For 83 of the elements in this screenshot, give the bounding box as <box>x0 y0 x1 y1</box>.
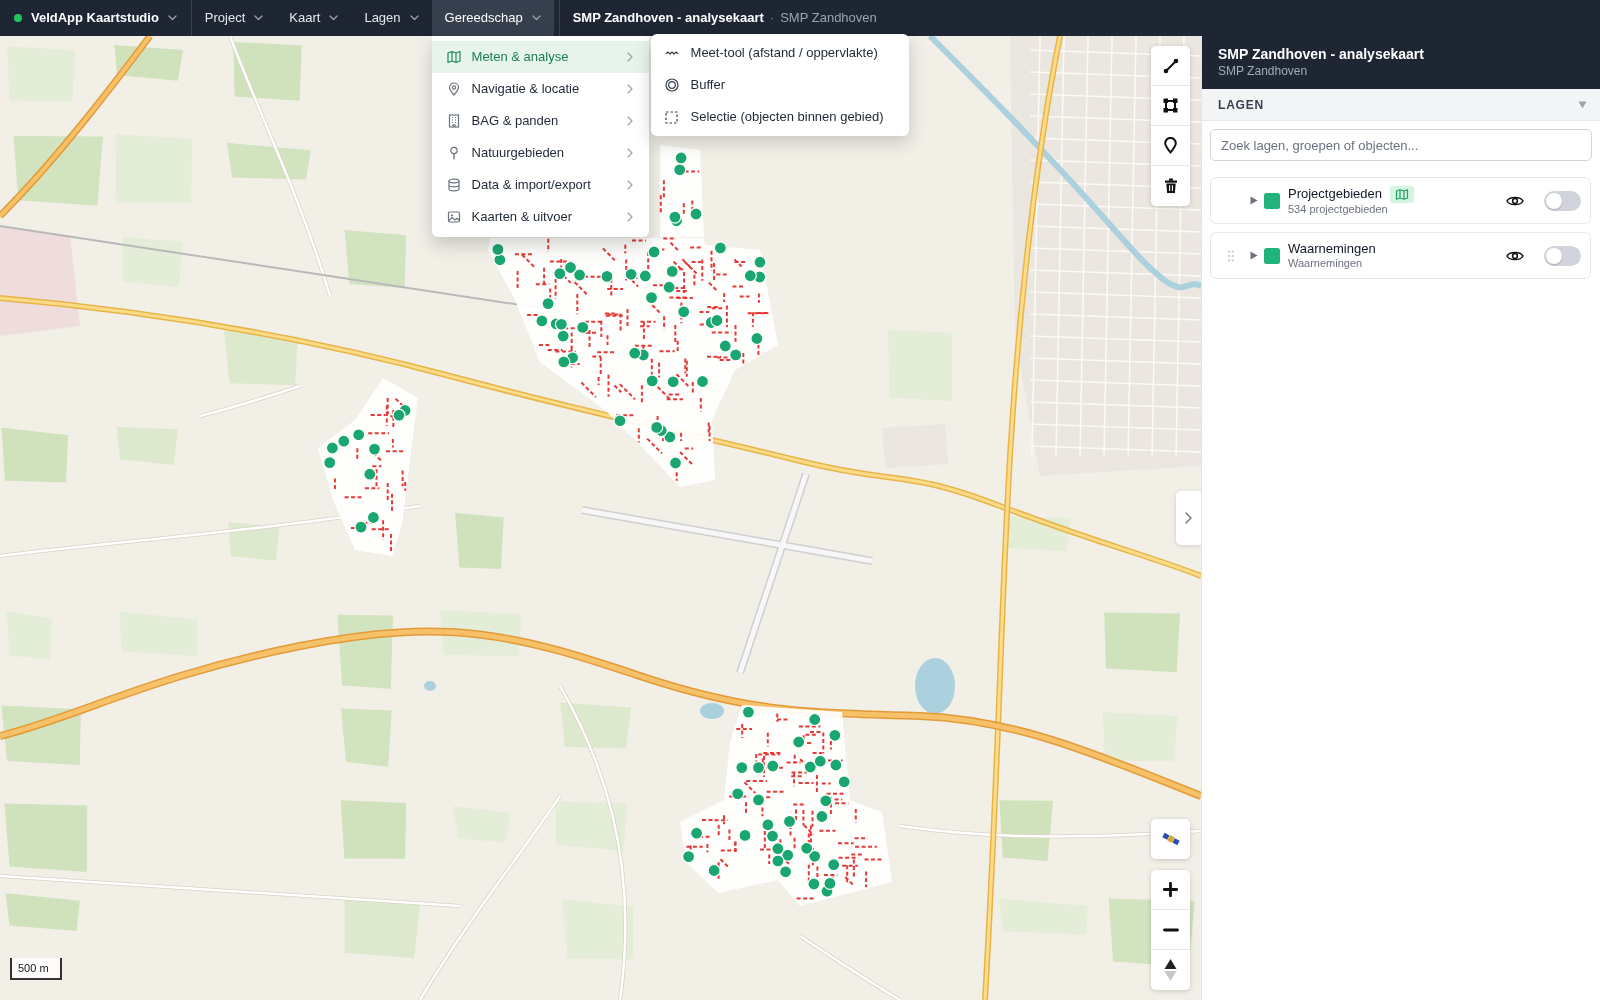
submenu-item[interactable]: Buffer <box>650 69 909 101</box>
section-header[interactable]: LAGEN <box>1202 89 1600 121</box>
project-name: SMP Zandhoven <box>780 9 877 28</box>
menu-item[interactable]: Natuurgebieden <box>431 137 649 169</box>
search-field[interactable]: Zoek lagen, groepen of objecten... <box>1210 129 1592 161</box>
chevron-down-icon <box>329 15 339 21</box>
compass-button[interactable] <box>1151 950 1190 990</box>
chevron-down-icon <box>167 15 177 21</box>
scale-bar: 500 m <box>10 958 62 980</box>
image-icon <box>446 210 461 224</box>
satellite-button[interactable] <box>1151 819 1190 859</box>
document-title: SMP Zandhoven - analysekaart <box>571 9 764 28</box>
field <box>340 800 407 859</box>
delete-tool-button[interactable] <box>1151 166 1190 206</box>
zoom-in-button[interactable] <box>1151 870 1190 910</box>
field <box>116 426 178 465</box>
field <box>1005 515 1071 551</box>
chevron-down-icon <box>254 15 264 21</box>
eye-icon[interactable] <box>1506 249 1524 262</box>
chevron-right-icon <box>626 84 633 94</box>
field <box>344 230 407 288</box>
double-ring-icon <box>664 78 679 92</box>
menu-item[interactable]: Meten & analyse <box>431 41 649 73</box>
plus-icon <box>1163 882 1178 897</box>
chevron-right-icon <box>1185 512 1192 524</box>
panel-subtitle: SMP Zandhoven <box>1218 63 1309 79</box>
chevron-down-icon <box>409 15 419 21</box>
layer-name: Projectgebieden <box>1288 186 1382 202</box>
folded-map-icon <box>446 50 461 64</box>
location-pin-icon <box>446 82 461 96</box>
chevron-right-icon <box>626 212 633 222</box>
panel-title: SMP Zandhoven - analysekaart <box>1218 45 1425 63</box>
field <box>562 899 634 960</box>
triangle-right-icon[interactable] <box>1250 196 1258 205</box>
nav-menu[interactable]: Project <box>191 0 277 36</box>
building-icon <box>446 114 461 128</box>
polygon-tool-button[interactable] <box>1151 86 1190 126</box>
field <box>1 427 69 483</box>
field <box>999 800 1054 862</box>
zigzag-line-icon <box>664 50 679 56</box>
eye-icon[interactable] <box>1506 194 1524 207</box>
field <box>122 236 183 287</box>
chevron-right-icon <box>626 180 633 190</box>
menu-item[interactable]: Data & import/export <box>431 169 649 201</box>
menu-item[interactable]: Kaarten & uitvoer <box>431 201 649 233</box>
layer-description: 534 projectgebieden <box>1288 202 1389 216</box>
zoom-out-button[interactable] <box>1151 910 1190 950</box>
title-separator: · <box>769 9 775 28</box>
nav-menu[interactable]: Gereedschap <box>431 0 554 36</box>
menu-item[interactable]: Navigatie & locatie <box>431 73 649 105</box>
drag-handle-icon[interactable] <box>1228 249 1234 262</box>
marker-tool-button[interactable] <box>1151 126 1190 166</box>
compass-icon <box>1164 958 1177 982</box>
map-pin-icon <box>1164 137 1177 154</box>
submenu-item[interactable]: Meet-tool (afstand / oppervlakte) <box>650 37 909 69</box>
pond <box>424 681 436 691</box>
chevron-right-icon <box>626 116 633 126</box>
line-tool-button[interactable] <box>1151 46 1190 86</box>
satellite-icon <box>1161 832 1180 846</box>
lake <box>915 658 955 714</box>
field <box>228 522 280 561</box>
square-nodes-icon <box>1163 98 1178 113</box>
toggle-switch[interactable] <box>1544 190 1581 211</box>
triangle-right-icon[interactable] <box>1250 251 1258 260</box>
submenu-item[interactable]: Selectie (objecten binnen gebied) <box>650 101 909 133</box>
layer-name: Waarnemingen <box>1288 241 1376 257</box>
trash-icon <box>1163 178 1178 194</box>
chevron-down-icon <box>531 15 541 21</box>
toggle-switch[interactable] <box>1544 245 1581 266</box>
field <box>340 708 392 767</box>
database-icon <box>446 178 461 192</box>
dashed-square-icon <box>665 110 679 124</box>
line-segment-icon <box>1162 57 1179 74</box>
field <box>114 45 183 81</box>
field <box>455 512 504 569</box>
nav-menu[interactable]: Kaart <box>276 0 352 36</box>
chevron-right-icon <box>626 148 633 158</box>
layer-description: Waarnemingen <box>1288 257 1364 270</box>
pond <box>700 703 724 719</box>
menu-item[interactable]: BAG & panden <box>431 105 649 137</box>
minus-icon <box>1162 927 1179 932</box>
nav-menu[interactable]: Lagen <box>351 0 432 36</box>
chevron-right-icon <box>626 52 633 62</box>
